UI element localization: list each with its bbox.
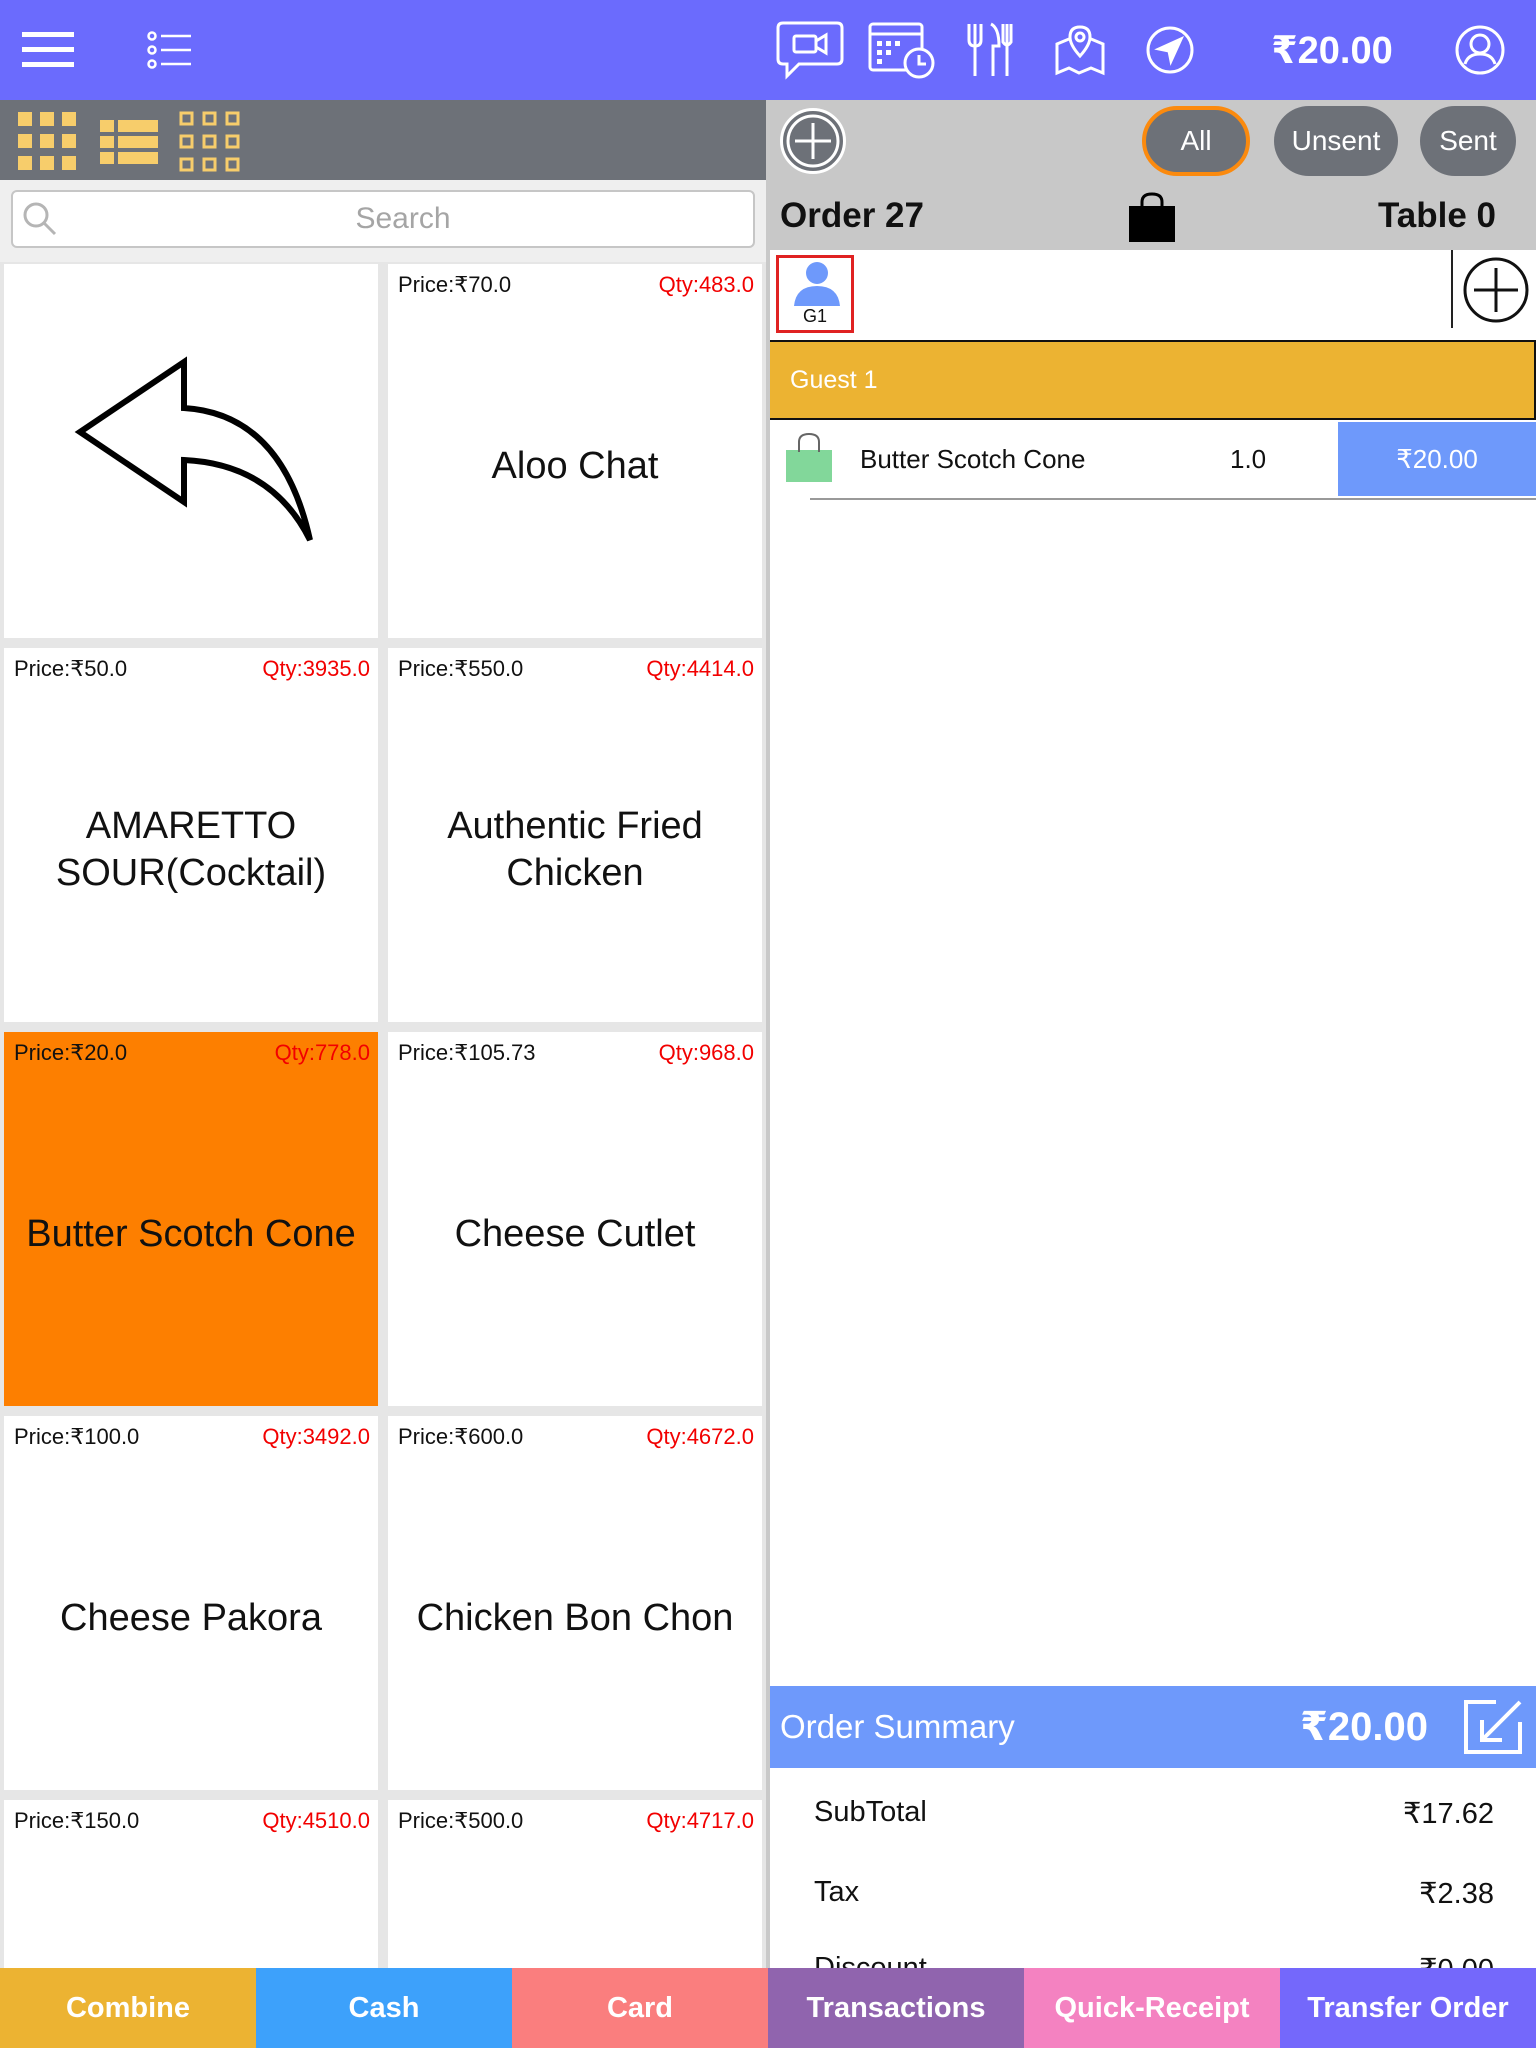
menu-item-tile[interactable]: Price:₹550.0 Qty:4414.0 Authentic Fried … bbox=[388, 648, 762, 1022]
view-mode-bar bbox=[0, 100, 768, 180]
menu-icon[interactable] bbox=[20, 22, 76, 78]
guest-chip-label: G1 bbox=[802, 306, 827, 326]
summary-subtotal-row: SubTotal ₹17.62 bbox=[814, 1796, 1494, 1830]
collapse-icon[interactable] bbox=[1462, 1698, 1524, 1761]
filter-unsent-button[interactable]: Unsent bbox=[1274, 106, 1398, 176]
search-bar bbox=[0, 180, 768, 262]
summary-row-value: ₹0.00 bbox=[1419, 1952, 1494, 1968]
summary-title: Order Summary bbox=[780, 1708, 1015, 1745]
menu-item-tile[interactable]: Price:₹100.0 Qty:3492.0 Cheese Pakora bbox=[4, 1416, 378, 1790]
summary-row-label: SubTotal bbox=[814, 1796, 927, 1828]
transfer-order-button[interactable]: Transfer Order bbox=[1280, 1968, 1536, 2048]
combine-button[interactable]: Combine bbox=[0, 1968, 256, 2048]
item-name: Cheese Pakora bbox=[60, 1596, 322, 1639]
plus-circle-icon bbox=[1463, 257, 1529, 323]
line-item-qty: 1.0 bbox=[1230, 444, 1267, 474]
menu-item-tile[interactable]: Price:₹150.0 Qty:4510.0 bbox=[4, 1800, 378, 1968]
menu-panel: Price:₹70.0 Qty:483.0 Aloo Chat Price:₹5… bbox=[0, 100, 768, 1968]
shopping-bag-icon bbox=[784, 432, 834, 489]
summary-row-label: Tax bbox=[814, 1876, 860, 1908]
top-app-bar: ₹20.00 bbox=[0, 0, 1536, 100]
order-panel: All Unsent Sent Order 27 Table 0 G1 Gues… bbox=[770, 100, 1536, 1968]
list-icon[interactable] bbox=[142, 22, 198, 78]
item-price: Price:₹500.0 bbox=[398, 1808, 524, 1833]
item-name: Authentic Fried Chicken bbox=[447, 805, 703, 894]
summary-row-value: ₹2.38 bbox=[1419, 1878, 1494, 1910]
action-bar: Combine Cash Card Transactions Quick-Rec… bbox=[0, 1968, 1536, 2048]
card-button[interactable]: Card bbox=[512, 1968, 768, 2048]
table-number[interactable]: Table 0 bbox=[1378, 196, 1496, 236]
order-number: Order 27 bbox=[780, 196, 924, 235]
order-filter-bar: All Unsent Sent bbox=[770, 100, 1536, 180]
guest-avatar-icon bbox=[794, 262, 840, 306]
menu-item-tile-selected[interactable]: Price:₹20.0 Qty:778.0 Butter Scotch Cone bbox=[4, 1032, 378, 1406]
filter-sent-button[interactable]: Sent bbox=[1420, 106, 1516, 176]
order-header: Order 27 Table 0 bbox=[770, 180, 1536, 250]
menu-item-tile[interactable]: Price:₹600.0 Qty:4672.0 Chicken Bon Chon bbox=[388, 1416, 762, 1790]
chat-video-icon[interactable] bbox=[774, 21, 846, 80]
item-name: AMARETTO SOUR(Cocktail) bbox=[55, 805, 327, 894]
transactions-button[interactable]: Transactions bbox=[768, 1968, 1024, 2048]
summary-total: ₹20.00 bbox=[1300, 1705, 1428, 1749]
fork-knife-icon[interactable] bbox=[962, 22, 1018, 78]
guest-selector: G1 bbox=[770, 250, 1536, 340]
guest-section-header[interactable]: Guest 1 bbox=[770, 340, 1536, 420]
calendar-clock-icon[interactable] bbox=[866, 22, 938, 79]
line-item-divider bbox=[810, 498, 1536, 500]
menu-item-tile[interactable]: Price:₹500.0 Qty:4717.0 bbox=[388, 1800, 762, 1968]
search-box bbox=[11, 190, 755, 248]
summary-tax-row: Tax ₹2.38 bbox=[814, 1876, 1494, 1910]
search-icon bbox=[21, 200, 59, 243]
item-name: Chicken Bon Chon bbox=[416, 1596, 734, 1639]
back-tile[interactable] bbox=[4, 264, 378, 638]
menu-item-tile[interactable]: Price:₹50.0 Qty:3935.0 AMARETTO SOUR(Coc… bbox=[4, 648, 378, 1022]
guest-chip[interactable]: G1 bbox=[776, 255, 854, 333]
line-item-name: Butter Scotch Cone bbox=[860, 444, 1086, 474]
cash-button[interactable]: Cash bbox=[256, 1968, 512, 2048]
grid-large-icon[interactable] bbox=[16, 110, 80, 174]
user-icon[interactable] bbox=[1452, 22, 1508, 78]
back-arrow-icon bbox=[74, 356, 313, 542]
item-name: Aloo Chat bbox=[491, 444, 659, 487]
summary-row-value: ₹17.62 bbox=[1402, 1798, 1494, 1830]
order-summary-bar[interactable]: Order Summary ₹20.00 bbox=[770, 1686, 1536, 1768]
list-view-icon[interactable] bbox=[98, 110, 162, 174]
item-name: Cheese Cutlet bbox=[454, 1212, 696, 1255]
guest-separator bbox=[1451, 250, 1453, 328]
item-name: Butter Scotch Cone bbox=[26, 1212, 356, 1255]
plus-circle-icon bbox=[786, 114, 840, 168]
menu-item-tile[interactable]: Price:₹70.0 Qty:483.0 Aloo Chat bbox=[388, 264, 762, 638]
order-total: ₹20.00 bbox=[1271, 30, 1393, 72]
item-price: Price:₹150.0 bbox=[14, 1808, 140, 1833]
search-input[interactable] bbox=[63, 192, 743, 246]
item-stock-qty: Qty:4510.0 bbox=[262, 1808, 370, 1833]
guest-name: Guest 1 bbox=[790, 366, 878, 394]
shopping-bag-icon[interactable] bbox=[1127, 192, 1177, 249]
summary-discount-row: Discount ₹0.00 bbox=[814, 1952, 1494, 1968]
order-line-item[interactable]: Butter Scotch Cone 1.0 ₹20.00 bbox=[770, 422, 1536, 498]
grid-small-icon[interactable] bbox=[178, 110, 242, 174]
add-order-button[interactable] bbox=[780, 108, 846, 174]
menu-item-tile[interactable]: Price:₹105.73 Qty:968.0 Cheese Cutlet bbox=[388, 1032, 762, 1406]
summary-row-label: Discount bbox=[814, 1952, 927, 1968]
map-pin-icon[interactable] bbox=[1052, 22, 1108, 78]
add-guest-button[interactable] bbox=[1462, 256, 1530, 324]
quick-receipt-button[interactable]: Quick-Receipt bbox=[1024, 1968, 1280, 2048]
line-item-price[interactable]: ₹20.00 bbox=[1338, 422, 1536, 496]
item-stock-qty: Qty:4717.0 bbox=[646, 1808, 754, 1833]
filter-all-button[interactable]: All bbox=[1142, 106, 1250, 176]
navigation-icon[interactable] bbox=[1142, 22, 1198, 78]
